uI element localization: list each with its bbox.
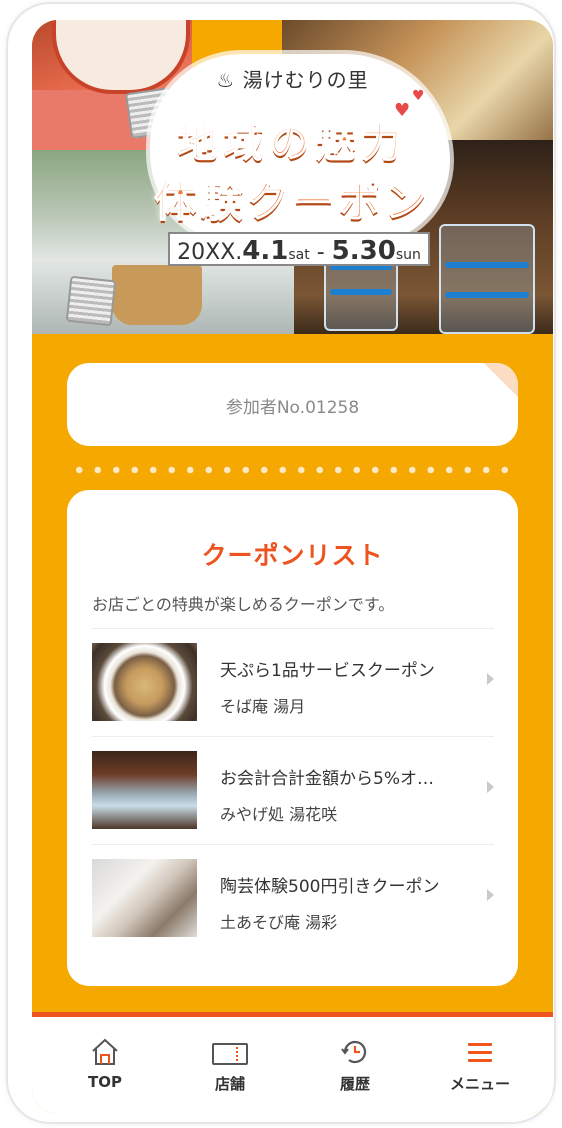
- participant-number: 参加者No.01258: [225, 398, 360, 418]
- coupon-list-card: クーポンリスト お店ごとの特典が楽しめるクーポンです。 天ぷら1品サービスクーポ…: [67, 490, 518, 986]
- shop-name: 土あそび庵 湯彩: [220, 913, 338, 932]
- coupon-list-title: クーポンリスト: [201, 541, 384, 570]
- bottom-nav: TOP 店舗 履歴 メニュー: [32, 1012, 553, 1114]
- coupon-name: 陶芸体験500円引きクーポン: [220, 877, 440, 897]
- hero-title-line1: 地域の魅力: [177, 119, 408, 167]
- history-icon: [341, 1040, 367, 1064]
- hero-banner: ♨ 湯けむりの里 地域の魅力 体験クーポン ♥ ♥ 20XX.4.1sat - …: [32, 20, 553, 334]
- chevron-right-icon: [487, 781, 494, 793]
- shop-name: みやげ処 湯花咲: [220, 805, 338, 824]
- date-range-tag: 20XX.4.1sat - 5.30sun: [168, 232, 430, 266]
- wooden-bucket: [112, 265, 202, 325]
- coupon-item[interactable]: 天ぷら1品サービスクーポン そば庵 湯月: [92, 628, 494, 737]
- nav-label: TOP: [88, 1073, 122, 1091]
- heart-icon: ♥: [412, 88, 425, 104]
- coupon-item[interactable]: お会計合計金額から5%オ… みやげ処 湯花咲: [92, 736, 494, 845]
- store-icon: [212, 1043, 248, 1065]
- coupon-name: 天ぷら1品サービスクーポン: [220, 661, 435, 681]
- coupon-list-description: お店ごとの特典が楽しめるクーポンです。: [92, 595, 395, 614]
- heart-icon: ♥: [394, 100, 411, 121]
- home-icon: [92, 1038, 118, 1065]
- chevron-right-icon: [487, 673, 494, 685]
- nav-label: 店舗: [214, 1075, 245, 1093]
- dotted-divider: [70, 466, 516, 474]
- nav-label: メニュー: [449, 1075, 510, 1093]
- chevron-right-icon: [487, 889, 494, 901]
- nav-stores[interactable]: 店舗: [165, 1017, 295, 1114]
- participant-card: 参加者No.01258: [67, 363, 518, 446]
- pottery-photo: [92, 859, 197, 937]
- nav-top[interactable]: TOP: [40, 1017, 170, 1114]
- phone-frame: ♨ 湯けむりの里 地域の魅力 体験クーポン ♥ ♥ 20XX.4.1sat - …: [6, 2, 556, 1124]
- glass-cups-photo: [92, 751, 197, 829]
- nav-history[interactable]: 履歴: [290, 1017, 420, 1114]
- hero-subtitle: ♨ 湯けむりの里: [216, 68, 369, 92]
- bamboo-basket: [65, 275, 117, 327]
- tempura-soba-photo: [92, 643, 197, 721]
- nav-menu[interactable]: メニュー: [415, 1017, 545, 1114]
- nav-label: 履歴: [339, 1075, 370, 1093]
- hero-title-line2: 体験クーポン: [154, 176, 431, 227]
- app-screen: ♨ 湯けむりの里 地域の魅力 体験クーポン ♥ ♥ 20XX.4.1sat - …: [32, 20, 553, 1114]
- card-corner-fold: [484, 363, 518, 397]
- coupon-name: お会計合計金額から5%オ…: [220, 769, 434, 789]
- shop-name: そば庵 湯月: [220, 697, 306, 716]
- menu-icon: [468, 1043, 492, 1062]
- coupon-item[interactable]: 陶芸体験500円引きクーポン 土あそび庵 湯彩: [92, 844, 494, 953]
